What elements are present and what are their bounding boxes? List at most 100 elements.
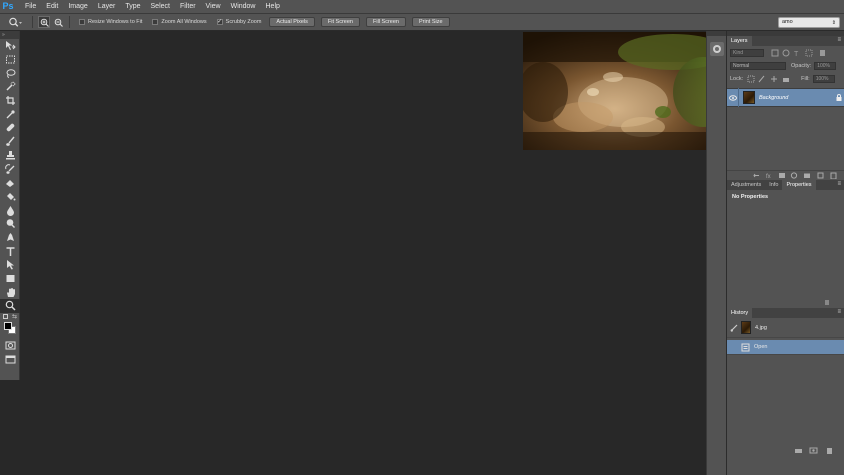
menu-select[interactable]: Select xyxy=(146,0,175,13)
fit-screen-button[interactable]: Fit Screen xyxy=(320,17,360,27)
panel-collapse-icon[interactable]: » xyxy=(0,31,19,39)
tab-adjustments[interactable]: Adjustments xyxy=(727,180,765,190)
panel-menu-icon[interactable]: ≡ xyxy=(837,37,841,43)
menu-help[interactable]: Help xyxy=(261,0,285,13)
tab-layers[interactable]: Layers xyxy=(727,36,752,46)
menu-edit[interactable]: Edit xyxy=(41,0,63,13)
checkbox-box xyxy=(79,19,85,25)
quick-select-tool-icon[interactable] xyxy=(0,80,20,94)
quick-mask-icon[interactable] xyxy=(0,339,20,353)
tab-properties[interactable]: Properties xyxy=(782,180,816,190)
color-swatches: ⇆ xyxy=(0,313,19,339)
menu-image[interactable]: Image xyxy=(63,0,92,13)
swap-colors-icon[interactable]: ⇆ xyxy=(12,313,17,320)
dock-collapse-icon[interactable] xyxy=(707,31,726,36)
marquee-tool-icon[interactable] xyxy=(0,53,20,67)
dodge-tool-icon[interactable] xyxy=(0,217,20,231)
menu-type[interactable]: Type xyxy=(120,0,145,13)
layer-thumbnail xyxy=(743,91,755,104)
layer-filter-icons[interactable]: T xyxy=(770,49,836,57)
tab-history[interactable]: History xyxy=(727,308,753,318)
workspace-value: amo xyxy=(782,19,793,25)
panel-menu-icon[interactable]: ≡ xyxy=(837,181,841,187)
rectangle-tool-icon[interactable] xyxy=(0,272,20,286)
pen-tool-icon[interactable] xyxy=(0,231,20,245)
layer-name: Background xyxy=(759,94,789,101)
scrubby-zoom-checkbox[interactable]: ✓ Scrubby Zoom xyxy=(216,19,261,25)
foreground-color-swatch[interactable] xyxy=(4,321,12,330)
panel-menu-icon[interactable]: ≡ xyxy=(837,309,841,315)
snapshot-name: 4.jpg xyxy=(755,324,767,331)
tool-preset-picker[interactable] xyxy=(0,13,28,31)
menu-layer[interactable]: Layer xyxy=(93,0,121,13)
zoom-out-button[interactable] xyxy=(52,16,64,28)
eyedropper-tool-icon[interactable] xyxy=(0,107,20,121)
move-tool-icon[interactable] xyxy=(0,39,20,53)
tools-panel: » ⇆ xyxy=(0,31,20,380)
layer-row[interactable]: Background xyxy=(727,88,844,107)
tab-info[interactable]: Info xyxy=(765,180,782,190)
checkbox-label: Zoom All Windows xyxy=(161,19,207,25)
checkbox-label: Resize Windows to Fit xyxy=(88,19,143,25)
screen-mode-icon[interactable] xyxy=(0,352,20,366)
menu-window[interactable]: Window xyxy=(226,0,261,13)
history-state[interactable]: Open xyxy=(727,340,844,355)
eraser-tool-icon[interactable] xyxy=(0,176,20,190)
info-circle-icon xyxy=(712,45,721,53)
history-snapshot[interactable]: 4.jpg xyxy=(727,318,844,338)
menu-filter[interactable]: Filter xyxy=(175,0,201,13)
zoom-tool-icon[interactable] xyxy=(0,299,20,313)
blur-tool-icon[interactable] xyxy=(0,203,20,217)
history-actions-icons[interactable] xyxy=(794,447,838,454)
layers-footer: fx xyxy=(727,170,844,180)
blend-mode-select[interactable]: Normal xyxy=(730,61,786,70)
zoom-out-icon xyxy=(54,18,63,27)
panel-toggle-button[interactable] xyxy=(709,42,724,56)
actual-pixels-button[interactable]: Actual Pixels xyxy=(269,17,315,27)
history-brush-tool-icon[interactable] xyxy=(0,162,20,176)
options-bar: Resize Windows to Fit Zoom All Windows ✓… xyxy=(0,13,844,31)
lock-fill-row: Lock: Fill: 100% xyxy=(727,72,844,85)
lasso-tool-icon[interactable] xyxy=(0,66,20,80)
layer-actions-icons[interactable]: fx xyxy=(752,172,838,179)
blend-mode-value: Normal xyxy=(733,62,750,69)
chevron-updown-icon: ⇕ xyxy=(831,20,836,26)
workspace-select[interactable]: amo ⇕ xyxy=(778,17,840,28)
healing-brush-tool-icon[interactable] xyxy=(0,121,20,135)
layers-tab-row: Layers ≡ xyxy=(727,36,844,46)
checkbox-box xyxy=(152,19,159,25)
opacity-value: 100% xyxy=(817,62,830,69)
history-empty-space xyxy=(727,355,844,445)
menu-file[interactable]: File xyxy=(20,0,41,13)
menu-view[interactable]: View xyxy=(201,0,226,13)
document-image[interactable] xyxy=(523,32,726,150)
hand-tool-icon[interactable] xyxy=(0,285,20,299)
brush-tool-icon[interactable] xyxy=(0,135,20,149)
layer-filter-select[interactable]: Kind xyxy=(730,48,764,57)
blend-opacity-row: Normal Opacity: 100% xyxy=(727,59,844,72)
type-tool-icon[interactable] xyxy=(0,244,20,258)
path-selection-tool-icon[interactable] xyxy=(0,258,20,272)
resize-windows-checkbox[interactable]: Resize Windows to Fit xyxy=(79,19,142,25)
clone-stamp-tool-icon[interactable] xyxy=(0,149,20,163)
snapshot-thumbnail xyxy=(741,321,751,334)
zoom-all-windows-checkbox[interactable]: Zoom All Windows xyxy=(152,19,207,25)
layers-empty-space xyxy=(727,107,844,170)
trash-icon[interactable] xyxy=(824,299,830,305)
print-size-button[interactable]: Print Size xyxy=(411,17,450,27)
history-brush-source-icon[interactable] xyxy=(727,324,741,332)
opacity-input[interactable]: 100% xyxy=(814,61,837,70)
properties-tab-row: Adjustments Info Properties ≡ xyxy=(727,180,844,190)
canvas-area[interactable] xyxy=(20,31,726,475)
lock-options-icons[interactable] xyxy=(747,75,791,83)
fill-input[interactable]: 100% xyxy=(812,74,835,83)
fill-screen-button[interactable]: Fill Screen xyxy=(366,17,406,27)
paint-bucket-tool-icon[interactable] xyxy=(0,190,20,204)
forest-floor-photo xyxy=(523,32,726,150)
default-colors-icon[interactable] xyxy=(3,313,8,319)
eye-icon[interactable] xyxy=(727,88,739,107)
zoom-in-icon xyxy=(40,18,49,27)
zoom-in-button[interactable] xyxy=(38,16,50,28)
right-panel-dock: Layers ≡ Kind T Normal Opacity: 100% Loc… xyxy=(726,31,844,475)
crop-tool-icon[interactable] xyxy=(0,94,20,108)
